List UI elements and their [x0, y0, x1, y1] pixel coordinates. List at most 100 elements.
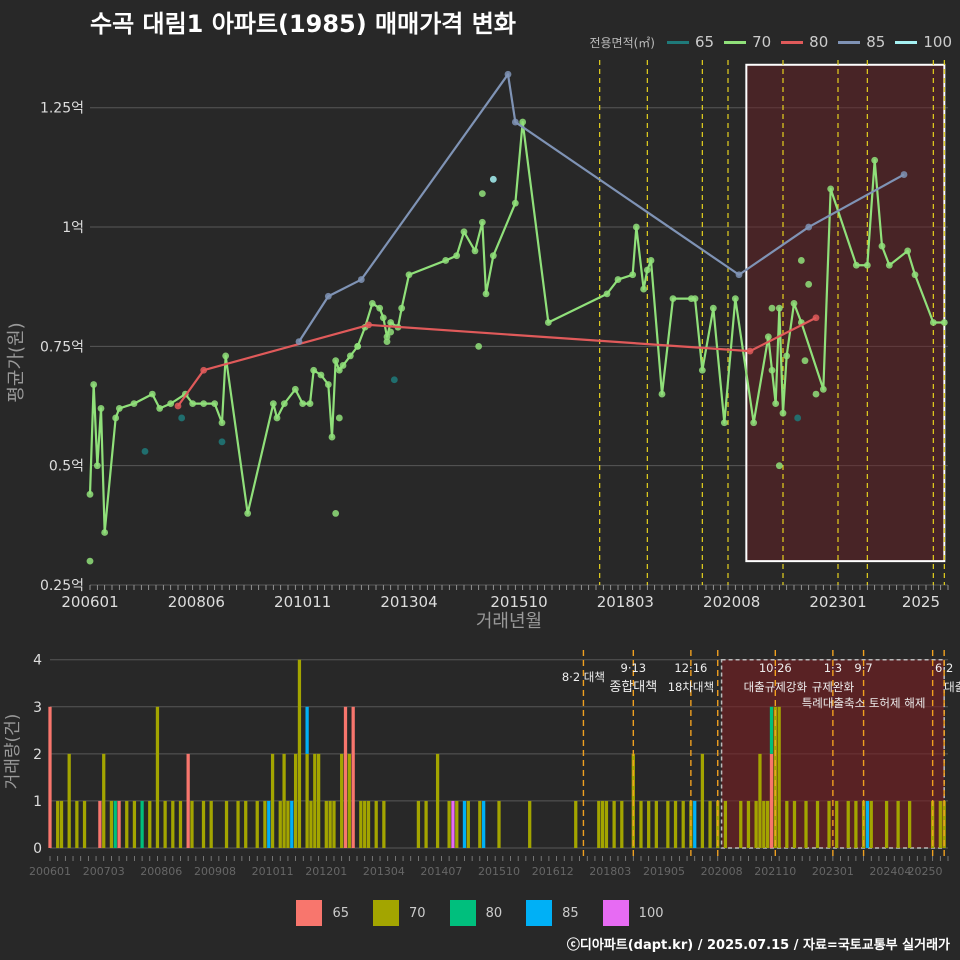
- policy-annotation-label-0: 8·2 대책: [562, 670, 605, 684]
- price-point-100: [489, 175, 497, 183]
- price-point-70: [772, 400, 780, 408]
- price-point-70: [878, 242, 886, 250]
- price-point-65: [218, 438, 226, 446]
- volume-bar-70: [604, 800, 609, 848]
- volume-bar-70: [754, 800, 758, 848]
- volume-bar-70: [109, 800, 114, 848]
- volume-x-tick-label-1: 200703: [83, 865, 125, 878]
- volume-x-tick-label-10: 201803: [589, 865, 631, 878]
- price-point-70: [218, 419, 226, 427]
- volume-bar-65: [351, 706, 355, 848]
- price-point-70: [768, 366, 776, 374]
- policy-annotation-date-4: 1·3: [824, 661, 842, 675]
- price-point-80: [812, 314, 820, 322]
- price-point-70: [244, 510, 252, 517]
- volume-bar-70: [739, 800, 743, 848]
- price-x-tick-label-5: 201803: [597, 593, 654, 611]
- price-x-axis-label: 거래년월: [476, 611, 542, 632]
- price-point-70: [97, 405, 105, 412]
- price-point-70: [812, 390, 820, 398]
- volume-bar-70: [466, 800, 470, 848]
- volume-bar-70: [896, 800, 900, 848]
- volume-y-tick-label-3: 3: [33, 700, 42, 716]
- volume-bar-70: [244, 800, 248, 848]
- price-point-70: [904, 247, 912, 255]
- volume-bar-70: [236, 800, 240, 848]
- volume-bar-70: [723, 800, 728, 848]
- volume-bar-65: [48, 706, 52, 848]
- price-point-70: [768, 304, 776, 312]
- price-point-70: [805, 280, 813, 288]
- price-point-70: [335, 414, 343, 422]
- price-point-70: [764, 333, 772, 341]
- price-point-70: [643, 266, 651, 274]
- volume-bar-70: [777, 706, 781, 848]
- volume-bar-70: [328, 800, 332, 848]
- policy-annotation-date-2: 12·16: [674, 661, 707, 675]
- price-point-70: [354, 342, 362, 350]
- volume-bar-70: [270, 753, 275, 848]
- policy-annotation-date-6: 6·2: [935, 661, 953, 675]
- volume-legend-label-85: 85: [562, 905, 579, 921]
- volume-bar-70: [681, 800, 685, 848]
- policy-annotation-label-4: 규제완화: [812, 680, 855, 694]
- volume-bar-70: [647, 800, 651, 848]
- price-point-70: [346, 352, 354, 360]
- volume-bar-70: [171, 800, 175, 848]
- price-point-80: [200, 366, 208, 374]
- price-y-tick-label-4: 1.25억: [40, 101, 84, 117]
- price-point-70: [112, 414, 120, 422]
- volume-x-tick-label-15: 202404: [869, 865, 911, 878]
- volume-legend-item-85: 85: [526, 900, 579, 926]
- price-point-70: [200, 400, 208, 408]
- price-point-70: [691, 295, 699, 303]
- price-x-tick-label-2: 201011: [274, 593, 331, 611]
- volume-bar-70: [148, 800, 152, 848]
- volume-legend-swatch-70: [373, 900, 400, 926]
- price-point-70: [775, 462, 783, 470]
- volume-bar-70: [766, 800, 770, 848]
- chart-canvas: 0.25억 0.5억 0.75억 1억 1.25억 200601 200806 201011 2…: [3, 60, 960, 878]
- volume-bar-70: [846, 800, 850, 848]
- volume-bar-70: [827, 800, 831, 848]
- volume-legend-label-70: 70: [409, 905, 426, 921]
- volume-bar-70: [282, 753, 286, 848]
- volume-bar-70: [82, 800, 87, 848]
- price-point-85: [295, 338, 303, 345]
- volume-legend-item-65: 65: [296, 900, 349, 926]
- volume-x-tick-label-0: 200601: [29, 865, 71, 878]
- volume-y-axis-label: 거래량(건): [3, 714, 23, 790]
- volume-bar-70: [938, 800, 942, 848]
- volume-x-tick-label-5: 201201: [305, 865, 347, 878]
- volume-bar-70: [286, 800, 290, 848]
- volume-legend-label-80: 80: [485, 905, 503, 921]
- volume-bar-85: [305, 706, 309, 754]
- volume-bar-70: [639, 800, 643, 848]
- volume-bar-70: [435, 753, 440, 848]
- price-x-tick-label-1: 200806: [168, 593, 225, 611]
- volume-bar-70: [374, 800, 378, 848]
- volume-bar-70: [785, 800, 789, 848]
- price-x-tick-label-7: 202301: [809, 593, 866, 611]
- price-point-85: [805, 223, 813, 231]
- price-point-70: [885, 261, 893, 269]
- price-point-70: [383, 338, 391, 345]
- policy-annotation-label-3: 대출규제강화: [744, 680, 808, 694]
- volume-y-tick-label-4: 4: [33, 653, 42, 669]
- price-point-70: [379, 314, 387, 322]
- price-point-65: [390, 376, 398, 384]
- volume-bar-70: [201, 800, 206, 848]
- price-point-70: [478, 190, 486, 198]
- price-point-70: [647, 257, 655, 264]
- price-point-70: [640, 285, 648, 293]
- volume-bar-65: [186, 753, 190, 848]
- volume-bar-70: [835, 800, 839, 848]
- price-point-70: [544, 319, 552, 326]
- volume-legend-swatch-85: [526, 900, 553, 926]
- price-point-70: [299, 400, 307, 408]
- volume-bar-70: [56, 800, 60, 848]
- volume-bar-85: [865, 800, 870, 848]
- volume-bar-70: [758, 753, 762, 848]
- volume-bar-70: [854, 800, 858, 848]
- volume-bar-70: [700, 753, 705, 848]
